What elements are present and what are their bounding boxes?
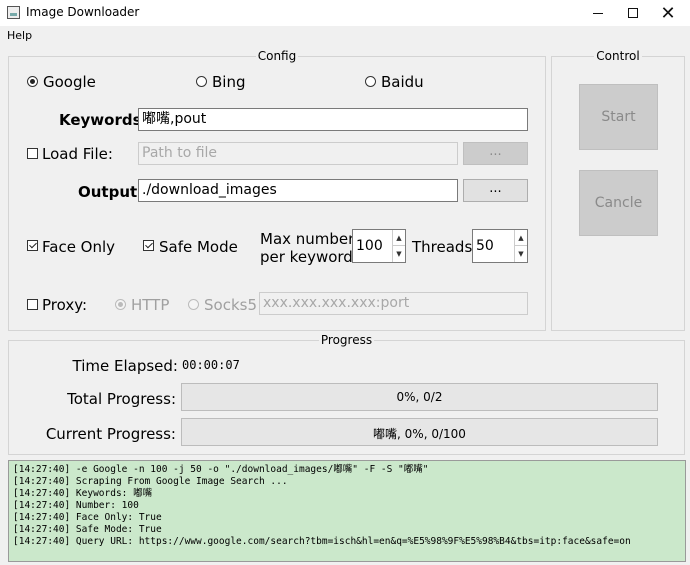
current-progress-bar: 嘟嘴, 0%, 0/100 (181, 418, 658, 446)
log-output[interactable]: [14:27:40] -e Google -n 100 -j 50 -o "./… (8, 460, 686, 562)
max-number-stepper[interactable]: 100 ▲ ▼ (352, 229, 406, 263)
log-line: [14:27:40] Query URL: https://www.google… (13, 536, 631, 547)
proxy-http-radio (115, 299, 126, 310)
engine-bing-radio[interactable] (196, 76, 207, 87)
config-group-title: Config (255, 49, 299, 63)
threads-down-icon[interactable]: ▼ (515, 246, 527, 262)
face-only-checkbox[interactable] (27, 240, 38, 251)
total-progress-bar: 0%, 0/2 (181, 383, 658, 411)
load-file-label[interactable]: Load File: (42, 145, 113, 163)
threads-label: Threads: (412, 238, 478, 256)
proxy-socks5-label: Socks5 (204, 296, 257, 314)
threads-up-icon[interactable]: ▲ (515, 230, 527, 246)
load-file-path-input: Path to file (138, 142, 458, 165)
output-label: Output: (78, 183, 144, 201)
max-number-up-icon[interactable]: ▲ (393, 230, 405, 246)
minimize-icon (593, 12, 603, 14)
proxy-label[interactable]: Proxy: (42, 296, 87, 314)
control-group: Control Start Cancle (551, 49, 685, 331)
safe-mode-label[interactable]: Safe Mode (159, 238, 238, 256)
total-progress-text: 0%, 0/2 (396, 390, 443, 404)
keywords-input[interactable]: 嘟嘴,pout (138, 108, 528, 131)
proxy-checkbox[interactable] (27, 299, 38, 310)
threads-stepper[interactable]: 50 ▲ ▼ (472, 229, 528, 263)
time-elapsed-value: 00:00:07 (182, 358, 240, 372)
engine-bing-label[interactable]: Bing (212, 73, 246, 91)
max-number-label-line1: Max number (260, 230, 355, 248)
close-button[interactable]: ✕ (645, 0, 690, 26)
current-progress-text: 嘟嘴, 0%, 0/100 (373, 427, 466, 441)
output-path-input[interactable]: ./download_images (138, 179, 458, 202)
log-line: [14:27:40] Keywords: 嘟嘴 (13, 488, 153, 499)
log-line: [14:27:40] Face Only: True (13, 512, 162, 523)
menu-bar: Help (0, 26, 690, 46)
total-progress-label: Total Progress: (67, 390, 176, 408)
time-elapsed-label: Time Elapsed: (72, 357, 178, 375)
face-only-label[interactable]: Face Only (42, 238, 115, 256)
max-number-value: 100 (356, 238, 383, 254)
keywords-label: Keywords: (59, 111, 148, 129)
log-line: [14:27:40] Safe Mode: True (13, 524, 162, 535)
proxy-socks5-radio (188, 299, 199, 310)
threads-value: 50 (476, 238, 494, 254)
safe-mode-checkbox[interactable] (143, 240, 154, 251)
window-title: Image Downloader (26, 5, 140, 19)
config-group: Config Google Bing Baidu Keywords: 嘟嘴,po… (8, 49, 546, 331)
menu-help[interactable]: Help (7, 29, 32, 42)
title-bar: Image Downloader ✕ (0, 0, 690, 26)
maximize-icon (628, 8, 638, 18)
proxy-address-input: xxx.xxx.xxx.xxx:port (259, 292, 528, 315)
cancel-button[interactable]: Cancle (579, 170, 658, 236)
engine-baidu-radio[interactable] (365, 76, 376, 87)
app-icon (7, 6, 20, 19)
load-file-browse-button: ... (463, 142, 528, 165)
max-number-label-line2: per keywords (260, 248, 361, 266)
log-line: [14:27:40] -e Google -n 100 -j 50 -o "./… (13, 464, 429, 475)
engine-baidu-label[interactable]: Baidu (381, 73, 424, 91)
control-group-title: Control (594, 49, 642, 63)
engine-google-label[interactable]: Google (43, 73, 96, 91)
max-number-down-icon[interactable]: ▼ (393, 246, 405, 262)
load-file-checkbox[interactable] (27, 148, 38, 159)
engine-google-radio[interactable] (27, 76, 38, 87)
log-line: [14:27:40] Scraping From Google Image Se… (13, 476, 288, 487)
current-progress-label: Current Progress: (45, 425, 176, 443)
log-line: [14:27:40] Number: 100 (13, 500, 139, 511)
close-icon: ✕ (660, 2, 676, 24)
start-button[interactable]: Start (579, 84, 658, 150)
progress-group-title: Progress (318, 333, 375, 347)
proxy-http-label: HTTP (131, 296, 170, 314)
output-browse-button[interactable]: ... (463, 179, 528, 202)
